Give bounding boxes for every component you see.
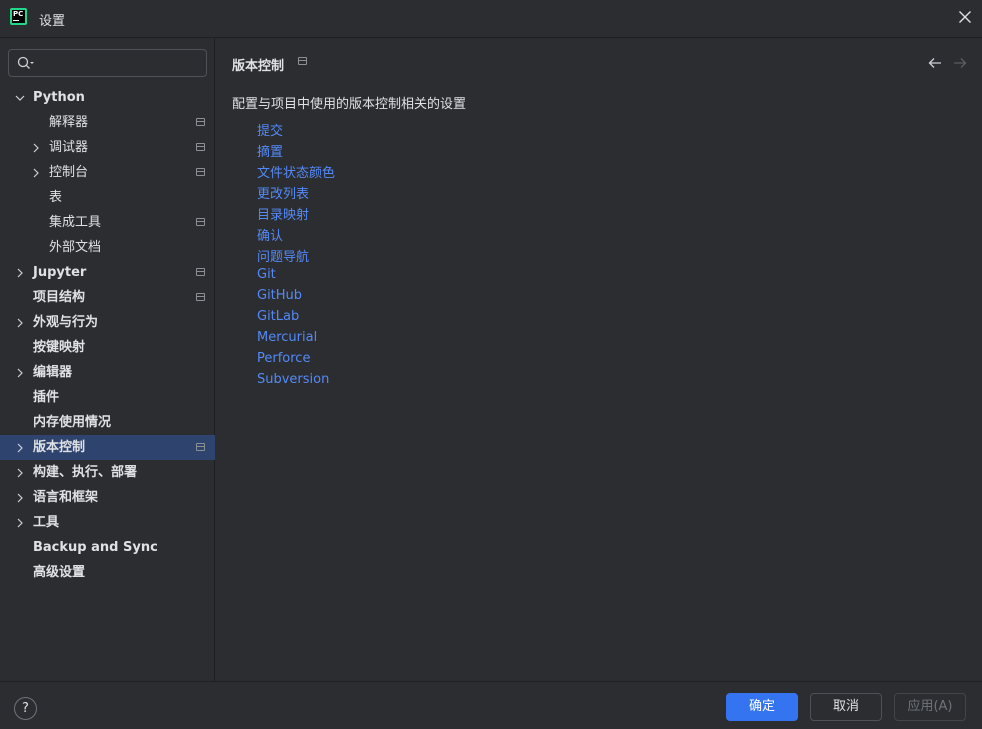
ok-button[interactable]: 确定 [726,693,798,721]
sidebar-item-label: 控制台 [49,165,89,180]
subpage-link[interactable]: 问题导航 [257,246,309,265]
subpage-link[interactable]: Git [257,267,276,282]
sidebar-item[interactable]: 表 [0,185,215,210]
chevron-right-icon[interactable] [31,143,41,153]
sidebar-item[interactable]: 外部文档 [0,235,215,260]
project-scope-icon [298,57,307,65]
sidebar-item-label: 版本控制 [33,440,86,455]
sidebar-item[interactable]: 内存使用情况 [0,410,215,435]
arrow-left-icon [928,58,941,68]
chevron-right-icon[interactable] [15,368,25,378]
sidebar-item-label: 外部文档 [49,240,102,255]
pycharm-logo-icon: PC [10,8,27,25]
subpage-link[interactable]: 摘置 [257,141,283,160]
subpage-link[interactable]: 提交 [257,120,283,139]
apply-button[interactable]: 应用(A) [894,693,966,721]
sidebar-item-label: 工具 [33,515,60,530]
sidebar-item[interactable]: 解释器 [0,110,215,135]
chevron-right-icon[interactable] [15,268,25,278]
chevron-down-icon[interactable] [15,93,25,103]
sidebar-item[interactable]: 语言和框架 [0,485,215,510]
title-bar: PC 设置 [0,0,982,38]
project-scope-icon [196,268,205,276]
project-scope-icon [196,218,205,226]
sidebar-item-label: 按键映射 [33,340,86,355]
sidebar-item[interactable]: 工具 [0,510,215,535]
sidebar-item-label: 项目结构 [33,290,86,305]
sidebar-item[interactable]: 版本控制 [0,435,215,460]
chevron-right-icon[interactable] [15,318,25,328]
back-button[interactable] [928,56,942,70]
close-button[interactable] [954,6,976,28]
chevron-right-icon[interactable] [15,468,25,478]
sidebar-item-label: 语言和框架 [33,490,99,505]
sidebar-item-label: 内存使用情况 [33,415,112,430]
sidebar-item[interactable]: 编辑器 [0,360,215,385]
page-title: 版本控制 [232,59,285,74]
sidebar-item[interactable]: 外观与行为 [0,310,215,335]
sidebar-item-label: 构建、执行、部署 [33,465,138,480]
cancel-button[interactable]: 取消 [810,693,882,721]
sidebar-item[interactable]: 按键映射 [0,335,215,360]
sidebar-item-label: 外观与行为 [33,315,99,330]
subpage-link[interactable]: 确认 [257,225,283,244]
chevron-right-icon[interactable] [15,443,25,453]
project-scope-icon [196,293,205,301]
sidebar-item-label: 编辑器 [33,365,73,380]
subpage-link[interactable]: GitHub [257,288,302,303]
sidebar-item[interactable]: 集成工具 [0,210,215,235]
sidebar-item[interactable]: Backup and Sync [0,535,215,560]
project-scope-icon [196,443,205,451]
sidebar-item-label: 调试器 [49,140,89,155]
sidebar-item-label: 表 [49,190,63,205]
close-icon [959,11,971,23]
subpage-link[interactable]: GitLab [257,309,299,324]
chevron-right-icon[interactable] [15,518,25,528]
subpage-link[interactable]: Perforce [257,351,310,366]
sidebar-item-label: 插件 [33,390,60,405]
arrow-right-icon [954,58,967,68]
search-icon [17,56,34,69]
sidebar-item-label: Python [33,90,85,105]
sidebar-item[interactable]: 调试器 [0,135,215,160]
project-scope-icon [196,118,205,126]
sidebar-item[interactable]: 控制台 [0,160,215,185]
dialog-footer: ? 确定 取消 应用(A) [0,681,982,729]
window-title: 设置 [39,14,66,29]
sidebar-item[interactable]: 插件 [0,385,215,410]
subpage-link[interactable]: 文件状态颜色 [257,162,335,181]
settings-sidebar: Python 解释器调试器控制台表集成工具外部文档 Jupyter 项目结构外观与行为… [0,38,215,681]
sidebar-item-label: 高级设置 [33,565,86,580]
help-button[interactable]: ? [14,697,37,720]
sidebar-item-label: 解释器 [49,115,89,130]
subpage-link[interactable]: Subversion [257,372,329,387]
chevron-right-icon[interactable] [31,168,41,178]
page-description: 配置与项目中使用的版本控制相关的设置 [232,97,467,112]
sidebar-item[interactable]: Jupyter [0,260,215,285]
search-input[interactable] [8,49,207,77]
sidebar-item[interactable]: 构建、执行、部署 [0,460,215,485]
forward-button[interactable] [953,56,967,70]
project-scope-icon [196,143,205,151]
subpage-link[interactable]: 更改列表 [257,183,309,202]
sidebar-item-label: Backup and Sync [33,540,158,555]
sidebar-item[interactable]: 项目结构 [0,285,215,310]
chevron-right-icon[interactable] [15,493,25,503]
subpage-link[interactable]: Mercurial [257,330,317,345]
sidebar-item[interactable]: 高级设置 [0,560,215,585]
sidebar-item-label: Jupyter [33,265,87,280]
project-scope-icon [196,168,205,176]
sidebar-item[interactable]: Python [0,85,215,110]
sidebar-item-label: 集成工具 [49,215,102,230]
subpage-link[interactable]: 目录映射 [257,204,309,223]
settings-content: 版本控制 配置与项目中使用的版本控制相关的设置 提交摘置文件状态颜色 更改列表目录… [216,38,982,681]
